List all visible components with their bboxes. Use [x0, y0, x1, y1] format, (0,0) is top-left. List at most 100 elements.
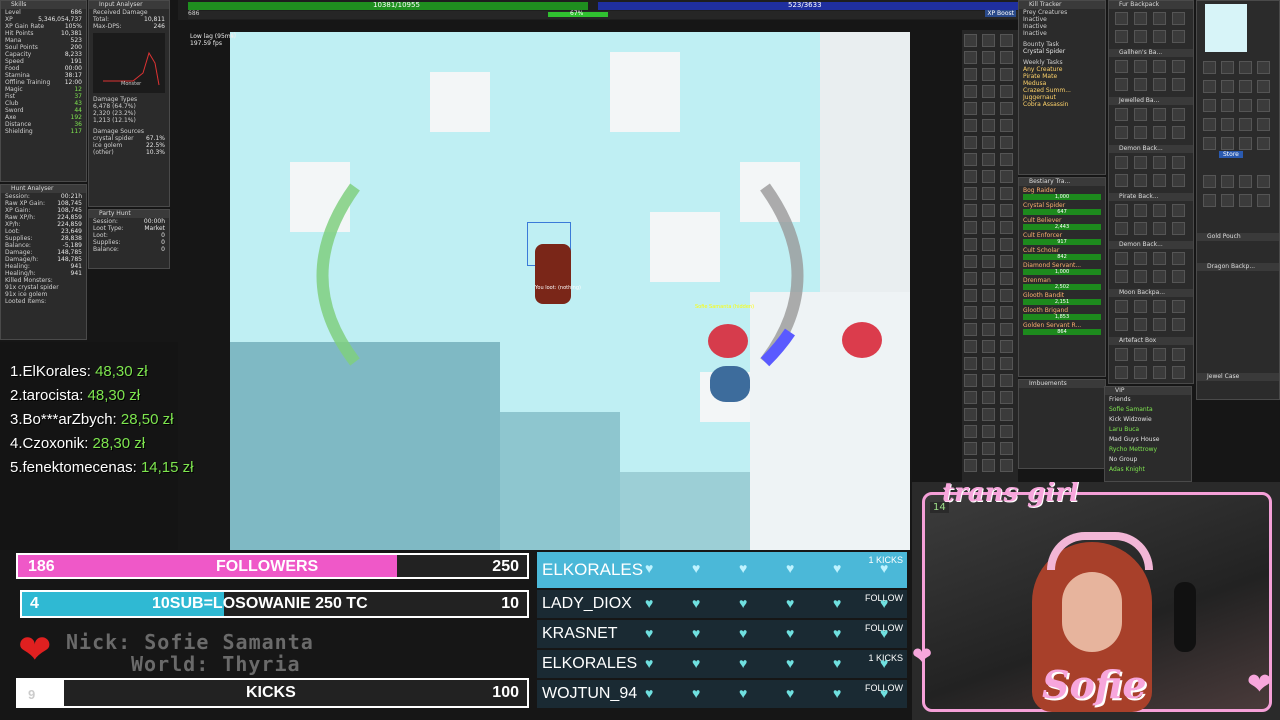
- action-slot[interactable]: [964, 136, 977, 149]
- vip-entry[interactable]: Kick Widzowie: [1105, 415, 1191, 425]
- action-slot[interactable]: [964, 85, 977, 98]
- item-slot[interactable]: [1239, 61, 1252, 74]
- item-slot[interactable]: [1115, 222, 1128, 235]
- action-slot[interactable]: [964, 289, 977, 302]
- item-slot[interactable]: [1257, 175, 1270, 188]
- action-slot[interactable]: [1000, 459, 1013, 472]
- action-slot[interactable]: [1000, 136, 1013, 149]
- item-slot[interactable]: [1134, 126, 1147, 139]
- item-slot[interactable]: [1239, 137, 1252, 150]
- item-slot[interactable]: [1153, 108, 1166, 121]
- action-slot[interactable]: [1000, 102, 1013, 115]
- action-slot[interactable]: [964, 340, 977, 353]
- item-slot[interactable]: [1115, 78, 1128, 91]
- item-slot[interactable]: [1257, 61, 1270, 74]
- game-viewport[interactable]: You loot: (nothing) Sofie Samanta (hidde…: [230, 32, 910, 550]
- player-character[interactable]: [535, 244, 571, 304]
- action-slot[interactable]: [982, 204, 995, 217]
- action-slot[interactable]: [1000, 85, 1013, 98]
- item-slot[interactable]: [1172, 12, 1185, 25]
- action-slot[interactable]: [982, 374, 995, 387]
- item-slot[interactable]: [1115, 126, 1128, 139]
- item-slot[interactable]: [1134, 366, 1147, 379]
- item-slot[interactable]: [1221, 175, 1234, 188]
- backpack-title[interactable]: Moon Backpa...: [1109, 289, 1193, 297]
- item-slot[interactable]: [1172, 366, 1185, 379]
- action-slot[interactable]: [1000, 391, 1013, 404]
- action-slot[interactable]: [964, 221, 977, 234]
- item-slot[interactable]: [1221, 194, 1234, 207]
- action-slot[interactable]: [982, 272, 995, 285]
- action-slot[interactable]: [1000, 238, 1013, 251]
- backpack-title[interactable]: Fur Backpack: [1109, 1, 1193, 9]
- backpack-title[interactable]: Demon Back...: [1109, 145, 1193, 153]
- item-slot[interactable]: [1115, 318, 1128, 331]
- item-slot[interactable]: [1257, 80, 1270, 93]
- store-button[interactable]: Store: [1219, 151, 1243, 158]
- item-slot[interactable]: [1203, 118, 1216, 131]
- item-slot[interactable]: [1134, 174, 1147, 187]
- action-slot[interactable]: [1000, 408, 1013, 421]
- vip-entry[interactable]: Laru Buca: [1105, 425, 1191, 435]
- action-slot[interactable]: [964, 374, 977, 387]
- item-slot[interactable]: [1239, 99, 1252, 112]
- backpack-title[interactable]: Demon Back...: [1109, 241, 1193, 249]
- item-slot[interactable]: [1134, 60, 1147, 73]
- item-slot[interactable]: [1203, 61, 1216, 74]
- item-slot[interactable]: [1153, 78, 1166, 91]
- item-slot[interactable]: [1153, 156, 1166, 169]
- item-slot[interactable]: [1153, 252, 1166, 265]
- item-slot[interactable]: [1172, 222, 1185, 235]
- action-slot[interactable]: [1000, 119, 1013, 132]
- item-slot[interactable]: [1172, 300, 1185, 313]
- item-slot[interactable]: [1153, 60, 1166, 73]
- action-slot[interactable]: [964, 170, 977, 183]
- action-slot[interactable]: [1000, 153, 1013, 166]
- minimap[interactable]: [1205, 4, 1247, 52]
- action-slot[interactable]: [982, 187, 995, 200]
- action-slot[interactable]: [982, 340, 995, 353]
- action-slot[interactable]: [982, 136, 995, 149]
- action-slot[interactable]: [1000, 425, 1013, 438]
- item-slot[interactable]: [1134, 78, 1147, 91]
- item-slot[interactable]: [1239, 194, 1252, 207]
- action-slot[interactable]: [964, 459, 977, 472]
- vip-entry[interactable]: Friends: [1105, 395, 1191, 405]
- item-slot[interactable]: [1172, 348, 1185, 361]
- item-slot[interactable]: [1239, 118, 1252, 131]
- crystal-spider[interactable]: [842, 322, 882, 358]
- vip-entry[interactable]: No Group: [1105, 455, 1191, 465]
- item-slot[interactable]: [1153, 126, 1166, 139]
- action-slot[interactable]: [1000, 170, 1013, 183]
- item-slot[interactable]: [1115, 174, 1128, 187]
- action-slot[interactable]: [982, 357, 995, 370]
- action-slot[interactable]: [1000, 187, 1013, 200]
- item-slot[interactable]: [1203, 99, 1216, 112]
- item-slot[interactable]: [1221, 99, 1234, 112]
- item-slot[interactable]: [1115, 366, 1128, 379]
- item-slot[interactable]: [1153, 30, 1166, 43]
- crystal-spider[interactable]: [708, 324, 748, 358]
- action-slot[interactable]: [982, 425, 995, 438]
- action-slot[interactable]: [1000, 204, 1013, 217]
- action-slot[interactable]: [982, 391, 995, 404]
- item-slot[interactable]: [1172, 318, 1185, 331]
- item-slot[interactable]: [1257, 118, 1270, 131]
- action-slot[interactable]: [964, 408, 977, 421]
- item-slot[interactable]: [1134, 270, 1147, 283]
- backpack-title[interactable]: Jewelled Ba...: [1109, 97, 1193, 105]
- item-slot[interactable]: [1257, 194, 1270, 207]
- item-slot[interactable]: [1221, 61, 1234, 74]
- action-slot[interactable]: [964, 153, 977, 166]
- item-slot[interactable]: [1172, 156, 1185, 169]
- action-slot[interactable]: [982, 34, 995, 47]
- item-slot[interactable]: [1153, 318, 1166, 331]
- item-slot[interactable]: [1172, 252, 1185, 265]
- item-slot[interactable]: [1134, 156, 1147, 169]
- item-slot[interactable]: [1257, 137, 1270, 150]
- action-slot[interactable]: [964, 306, 977, 319]
- action-slot[interactable]: [982, 459, 995, 472]
- item-slot[interactable]: [1153, 348, 1166, 361]
- action-slot[interactable]: [982, 153, 995, 166]
- action-slot[interactable]: [1000, 323, 1013, 336]
